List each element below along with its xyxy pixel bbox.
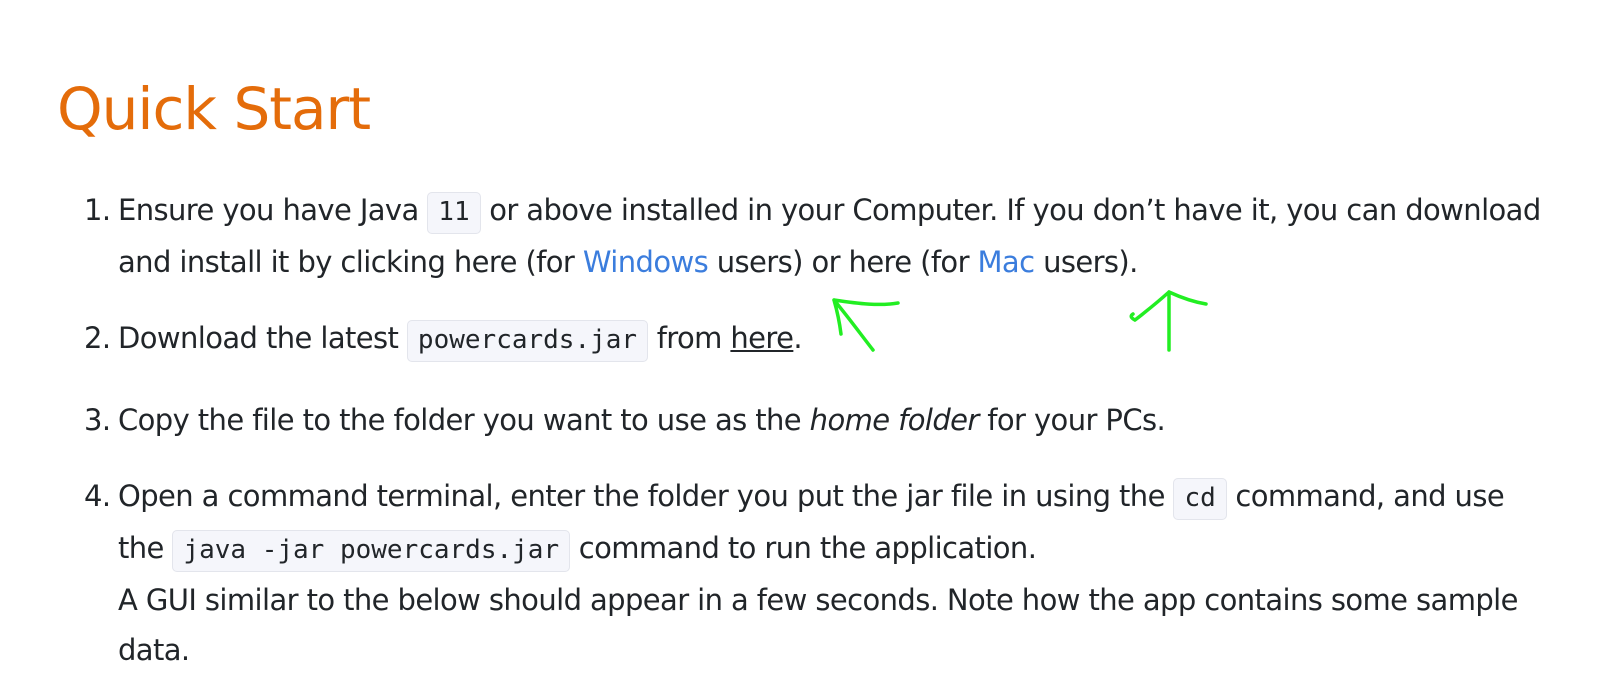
steps-list: 1. Ensure you have Java 11 or above inst… bbox=[0, 185, 1609, 675]
quick-start-page: Quick Start 1. Ensure you have Java 11 o… bbox=[0, 0, 1609, 668]
step-number: 1. bbox=[84, 193, 111, 227]
mac-link[interactable]: Mac bbox=[978, 245, 1036, 279]
step-number: 4. bbox=[84, 479, 111, 513]
step-text: users). bbox=[1034, 245, 1138, 279]
step-text: users) or here (for bbox=[708, 245, 978, 279]
step-number: 2. bbox=[84, 321, 111, 355]
step-text: command to run the application. bbox=[570, 531, 1037, 565]
step-text: Copy the file to the folder you want to … bbox=[118, 403, 810, 437]
step-text: for your PCs. bbox=[978, 403, 1166, 437]
list-item-step-2: 2. Download the latest powercards.jar fr… bbox=[0, 313, 1609, 365]
step-number: 3. bbox=[84, 403, 111, 437]
download-here-link[interactable]: here bbox=[730, 321, 794, 355]
page-title: Quick Start bbox=[57, 75, 371, 143]
step-text: Ensure you have Java bbox=[118, 193, 428, 227]
list-item-step-4: 4. Open a command terminal, enter the fo… bbox=[0, 471, 1609, 675]
step-text: . bbox=[793, 321, 802, 355]
step-note: A GUI similar to the below should appear… bbox=[118, 583, 1518, 667]
java-version-code: 11 bbox=[427, 192, 481, 234]
home-folder-emphasis: home folder bbox=[809, 403, 980, 437]
cd-command-code: cd bbox=[1173, 478, 1227, 520]
list-item-step-1: 1. Ensure you have Java 11 or above inst… bbox=[0, 185, 1609, 287]
step-text: Open a command terminal, enter the folde… bbox=[118, 479, 1174, 513]
java-run-command-code: java -jar powercards.jar bbox=[172, 530, 571, 572]
list-item-step-3: 3. Copy the file to the folder you want … bbox=[0, 395, 1609, 445]
step-text: Download the latest bbox=[118, 321, 407, 355]
windows-link[interactable]: Windows bbox=[583, 245, 709, 279]
jar-file-code: powercards.jar bbox=[406, 320, 649, 362]
step-text: from bbox=[648, 321, 731, 355]
